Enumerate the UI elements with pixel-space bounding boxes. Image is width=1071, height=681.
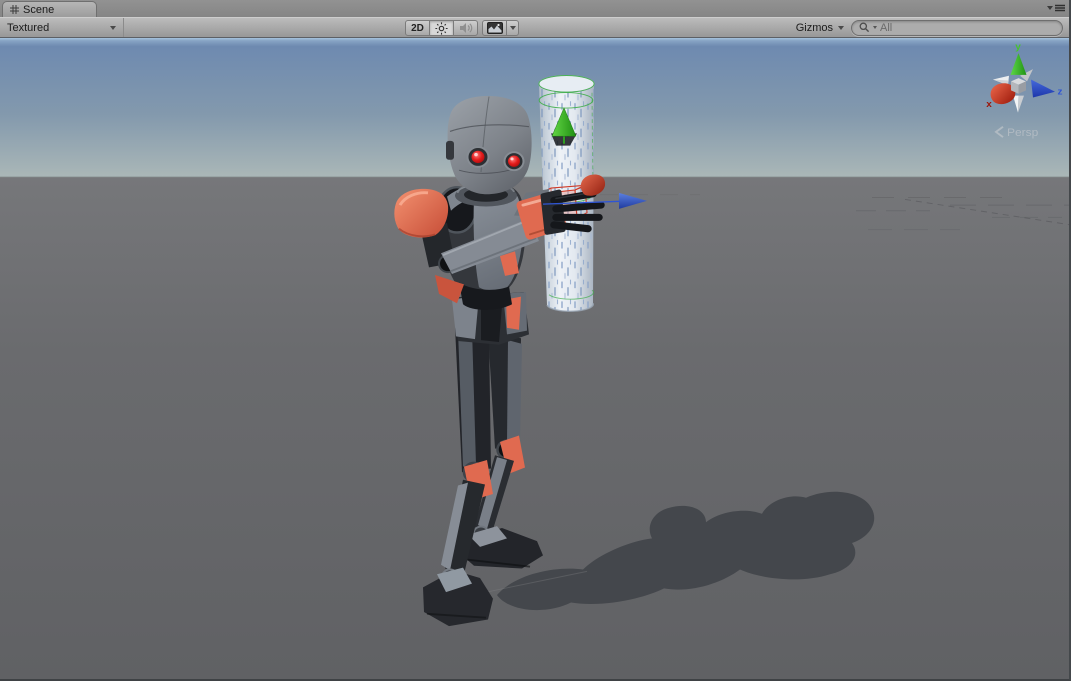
image-icon — [487, 22, 503, 34]
2d-label: 2D — [411, 23, 424, 34]
dropdown-arrow-icon — [838, 26, 844, 30]
scene-render[interactable]: y z x Persp — [0, 38, 1069, 679]
scene-window: Scene Textured 2D — [0, 0, 1071, 681]
search-input[interactable]: All — [851, 20, 1063, 36]
gizmos-label: Gizmos — [796, 22, 833, 34]
grid-icon — [10, 5, 19, 14]
effects-dropdown-button[interactable] — [506, 20, 519, 36]
search-filter-arrow-icon — [873, 26, 877, 29]
axis-y-label: y — [1015, 42, 1021, 53]
audio-toggle-button[interactable] — [453, 20, 478, 36]
search-placeholder: All — [880, 22, 892, 34]
effects-button[interactable] — [482, 20, 507, 36]
robot-head — [446, 96, 532, 194]
projection-label: Persp — [1007, 126, 1038, 139]
orientation-gizmo-center-cube[interactable] — [1011, 78, 1026, 94]
lighting-toggle-button[interactable] — [429, 20, 454, 36]
dropdown-arrow-icon — [110, 26, 116, 30]
tab-strip: Scene — [0, 0, 1069, 17]
gizmos-dropdown[interactable]: Gizmos — [796, 22, 844, 34]
hamburger-icon — [1055, 4, 1065, 12]
search-icon — [859, 22, 870, 33]
sun-icon — [435, 22, 448, 35]
robot-eye-right — [505, 152, 524, 170]
tab-scene[interactable]: Scene — [2, 1, 97, 17]
speaker-icon — [459, 22, 473, 34]
axis-z-label: z — [1058, 87, 1063, 98]
tab-menu-icon[interactable] — [1047, 4, 1065, 12]
toolbar-right-tools: Gizmos All — [796, 18, 1063, 37]
dropdown-arrow-icon — [510, 26, 516, 30]
dropdown-arrow-icon — [1047, 6, 1053, 10]
sky — [0, 38, 1069, 177]
scene-viewport[interactable]: y z x Persp — [0, 38, 1069, 679]
robot-eye-left — [468, 147, 489, 167]
shading-mode-dropdown[interactable]: Textured — [0, 18, 124, 37]
shading-mode-value: Textured — [7, 22, 49, 34]
axis-x-label: x — [986, 99, 992, 110]
scene-toolbar: Textured 2D — [0, 17, 1069, 38]
tab-label: Scene — [23, 4, 54, 16]
2d-toggle-button[interactable]: 2D — [405, 20, 430, 36]
robot-shoulder-pad — [394, 189, 448, 238]
view-toggle-buttons: 2D — [405, 20, 519, 36]
